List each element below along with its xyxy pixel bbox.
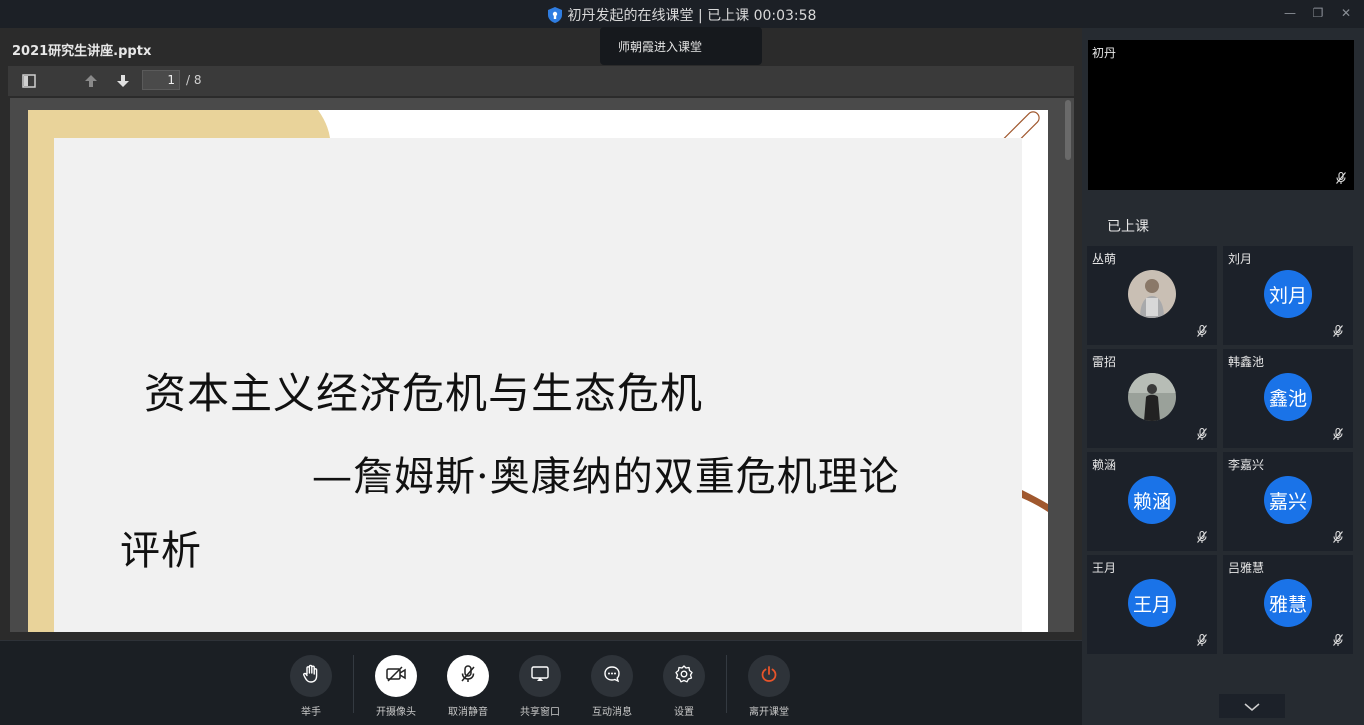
previous-page-icon[interactable] xyxy=(82,72,100,90)
student-tile[interactable]: 丛萌 xyxy=(1087,246,1217,345)
camera-off-icon xyxy=(385,665,407,687)
mic-muted-icon xyxy=(1195,632,1209,646)
title-bar: 初丹发起的在线课堂 | 已上课 00:03:58 — ❐ ✕ xyxy=(0,0,1364,28)
notification-text: 师朝霞进入课堂 xyxy=(618,40,703,54)
mic-off-icon xyxy=(458,664,478,688)
settings-button[interactable]: 设置 xyxy=(654,655,714,718)
avatar: 赖涵 xyxy=(1128,476,1176,524)
close-icon[interactable]: ✕ xyxy=(1336,4,1356,22)
avatar: 鑫池 xyxy=(1264,373,1312,421)
slide-title-line-3: 评析 xyxy=(120,528,202,574)
document-viewer[interactable]: 资本主义经济危机与生态危机 —詹姆斯·奥康纳的双重危机理论 评析 xyxy=(10,98,1074,632)
class-status: 已上课 xyxy=(1107,219,1149,235)
teacher-name: 初丹 xyxy=(1092,46,1117,60)
document-toolbar: / 8 xyxy=(8,66,1074,96)
slide-title-line-1: 资本主义经济危机与生态危机 xyxy=(144,369,704,418)
share-window-button[interactable]: 共享窗口 xyxy=(510,655,570,718)
avatar: 王月 xyxy=(1128,579,1176,627)
leave-class-button[interactable]: 离开课堂 xyxy=(739,655,799,718)
mic-muted-icon xyxy=(1195,323,1209,337)
divider xyxy=(726,655,727,713)
student-tile[interactable]: 雷招 xyxy=(1087,349,1217,448)
screen-share-icon xyxy=(530,665,550,687)
window-title: 初丹发起的在线课堂 | 已上课 00:03:58 xyxy=(567,8,817,24)
student-tile[interactable]: 吕雅慧 雅慧 xyxy=(1223,555,1353,654)
page-total: / 8 xyxy=(186,73,202,87)
camera-button[interactable]: 开摄像头 xyxy=(366,655,426,718)
hand-icon xyxy=(301,664,321,688)
divider xyxy=(353,655,354,713)
student-tile[interactable]: 刘月 刘月 xyxy=(1223,246,1353,345)
mic-muted-icon xyxy=(1331,323,1345,337)
control-bar: 举手 开摄像头 取消静音 共享窗口 互动消息 设置 离开课堂 xyxy=(0,640,1082,725)
student-photo xyxy=(1128,373,1176,421)
gear-icon xyxy=(674,664,694,688)
mic-muted-icon xyxy=(1331,529,1345,543)
mic-button[interactable]: 取消静音 xyxy=(438,655,498,718)
minimize-icon[interactable]: — xyxy=(1280,4,1300,22)
student-tile[interactable]: 李嘉兴 嘉兴 xyxy=(1223,452,1353,551)
expand-list-button[interactable] xyxy=(1219,694,1285,718)
document-file-name: 2021研究生讲座.pptx xyxy=(12,44,152,59)
student-photo xyxy=(1128,270,1176,318)
avatar: 刘月 xyxy=(1264,270,1312,318)
slide-title-line-2: —詹姆斯·奥康纳的双重危机理论 xyxy=(312,454,900,500)
join-notification: 师朝霞进入课堂 xyxy=(600,27,762,65)
participants-panel: 初丹 已上课 丛萌 刘月 刘月 雷招 韩鑫池 鑫池 赖涵 赖涵 李嘉兴 嘉兴 王… xyxy=(1082,28,1364,725)
mic-muted-icon xyxy=(1331,426,1345,440)
mic-muted-icon xyxy=(1195,529,1209,543)
student-tile[interactable]: 王月 王月 xyxy=(1087,555,1217,654)
sidebar-toggle-icon[interactable] xyxy=(20,72,38,90)
vertical-scrollbar[interactable] xyxy=(1065,100,1071,160)
student-tile[interactable]: 韩鑫池 鑫池 xyxy=(1223,349,1353,448)
avatar: 雅慧 xyxy=(1264,579,1312,627)
teacher-video[interactable]: 初丹 xyxy=(1088,40,1354,190)
chat-button[interactable]: 互动消息 xyxy=(582,655,642,718)
chat-icon xyxy=(602,664,622,688)
next-page-icon[interactable] xyxy=(114,72,132,90)
classroom-app: 初丹发起的在线课堂 | 已上课 00:03:58 — ❐ ✕ 2021研究生讲座… xyxy=(0,0,1364,725)
raise-hand-button[interactable]: 举手 xyxy=(281,655,341,718)
document-panel: 2021研究生讲座.pptx / 8 xyxy=(0,28,1082,640)
shield-icon xyxy=(547,7,562,27)
page-number-input[interactable] xyxy=(142,70,180,90)
chevron-down-icon xyxy=(1243,697,1261,716)
student-tile[interactable]: 赖涵 赖涵 xyxy=(1087,452,1217,551)
slide: 资本主义经济危机与生态危机 —詹姆斯·奥康纳的双重危机理论 评析 xyxy=(28,110,1048,632)
mic-muted-icon xyxy=(1334,170,1348,184)
restore-icon[interactable]: ❐ xyxy=(1308,4,1328,22)
power-icon xyxy=(759,664,779,688)
avatar: 嘉兴 xyxy=(1264,476,1312,524)
mic-muted-icon xyxy=(1331,632,1345,646)
mic-muted-icon xyxy=(1195,426,1209,440)
